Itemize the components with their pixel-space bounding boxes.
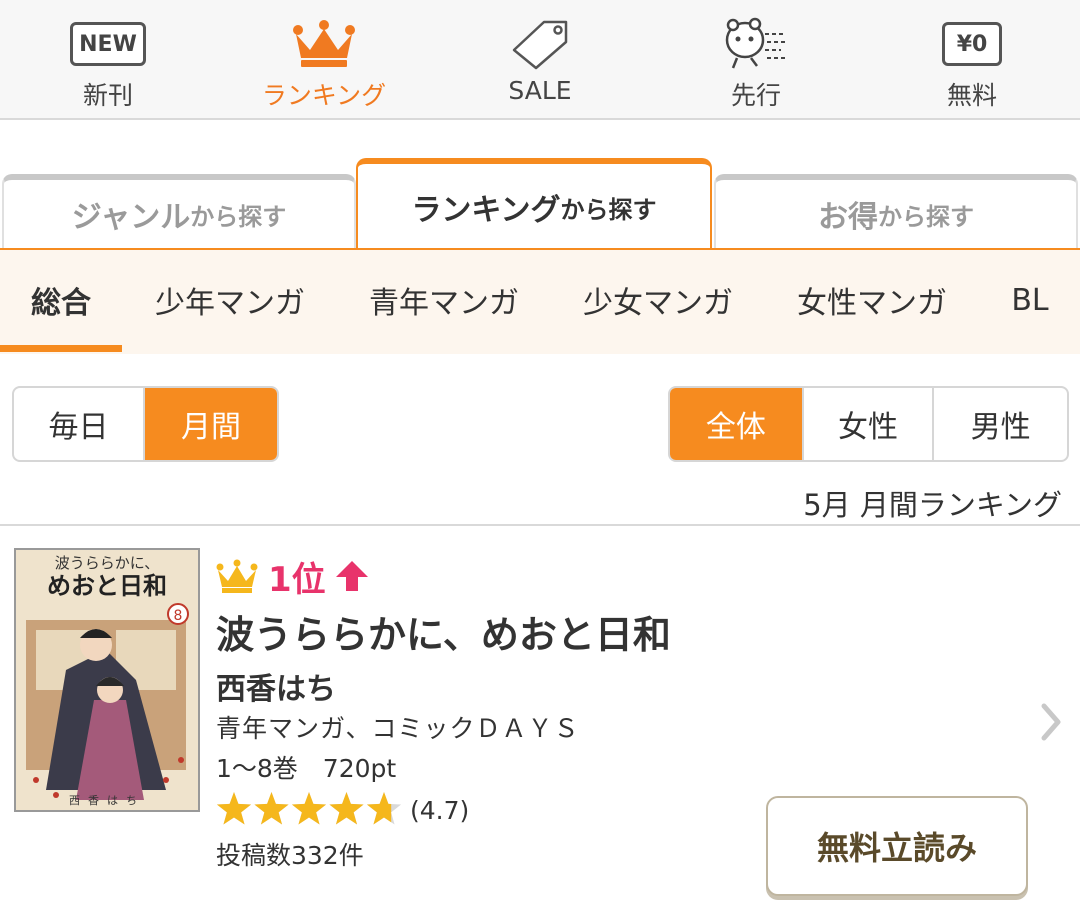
- cover-title-text: めおと日和: [47, 571, 167, 600]
- audience-male-button[interactable]: 男性: [934, 388, 1067, 460]
- period-toggle: 毎日 月間: [12, 386, 279, 462]
- audience-toggle: 全体 女性 男性: [668, 386, 1069, 462]
- book-author[interactable]: 西香はち: [216, 664, 336, 708]
- nav-item-new[interactable]: NEW 新刊: [0, 0, 216, 118]
- top-navigation: NEW 新刊 ランキング SALE 先行 ¥0 無料: [0, 0, 1080, 120]
- rank-up-arrow-icon: [335, 561, 368, 591]
- nav-label-free: 無料: [946, 81, 997, 110]
- new-badge-icon: NEW: [0, 14, 216, 74]
- star-rating-graphic: [216, 792, 402, 825]
- genre-tab-shojo[interactable]: 少女マンガ: [558, 250, 758, 350]
- tab-ranking-suffix: から探す: [560, 195, 657, 224]
- price-tag-icon: [512, 20, 568, 70]
- rating-star: [216, 792, 252, 825]
- rating-star: [366, 792, 402, 825]
- nav-item-free[interactable]: ¥0 無料: [864, 0, 1080, 118]
- tab-ranking-search[interactable]: ランキング から探す: [356, 158, 712, 250]
- free-read-button[interactable]: 無料立読み: [766, 796, 1028, 896]
- genre-tab-active-indicator: [0, 345, 122, 352]
- gold-crown-icon: [216, 559, 258, 593]
- book-cover-art: 波うららかに、 めおと日和 8 西香はち: [16, 550, 198, 810]
- tab-genre-main: ジャンル: [71, 200, 191, 235]
- rank-text: 1位: [268, 559, 326, 600]
- category-tabs: ジャンル から探す ランキング から探す お得 から探す: [0, 158, 1080, 250]
- cover-author-text: 西香はち: [69, 794, 145, 807]
- audience-female-button[interactable]: 女性: [804, 388, 935, 460]
- nav-label-sale: SALE: [508, 76, 572, 105]
- nav-item-sale[interactable]: SALE: [432, 0, 648, 118]
- nav-item-advance[interactable]: 先行: [648, 0, 864, 118]
- book-volumes-price: 1〜8巻 720pt: [216, 754, 397, 783]
- rating-star: [291, 792, 327, 825]
- rating-stars: (4.7): [216, 790, 469, 830]
- chevron-right-icon[interactable]: [1036, 700, 1066, 744]
- genre-tab-shonen[interactable]: 少年マンガ: [130, 250, 330, 350]
- nav-label-ranking: ランキング: [261, 81, 387, 110]
- cover-subtitle-text: 波うららかに、: [55, 554, 160, 572]
- tab-deals-suffix: から探す: [878, 202, 974, 231]
- rating-value: (4.7): [410, 795, 470, 825]
- book-genre-publisher: 青年マンガ、コミックＤＡＹＳ: [216, 714, 580, 743]
- genre-tab-seinen[interactable]: 青年マンガ: [344, 250, 544, 350]
- cover-volume-number: 8: [174, 608, 183, 624]
- period-daily-button[interactable]: 毎日: [14, 388, 146, 460]
- yen-zero-badge: ¥0: [941, 22, 1003, 66]
- period-monthly-button[interactable]: 月間: [145, 388, 277, 460]
- nav-label-advance: 先行: [730, 81, 781, 110]
- genre-tabs: 総合 少年マンガ 青年マンガ 少女マンガ 女性マンガ BL: [0, 250, 1080, 354]
- section-divider: [0, 524, 1080, 526]
- tab-genre-suffix: から探す: [190, 202, 287, 231]
- tab-deals-search[interactable]: お得 から探す: [714, 174, 1078, 248]
- genre-tab-all[interactable]: 総合: [0, 250, 122, 350]
- tab-ranking-main: ランキング: [411, 193, 561, 228]
- genre-tab-josei[interactable]: 女性マンガ: [772, 250, 972, 350]
- rating-star: [329, 792, 364, 825]
- genre-tab-bl[interactable]: BL: [990, 250, 1070, 350]
- book-cover[interactable]: 波うららかに、 めおと日和 8 西香はち: [14, 548, 200, 812]
- crown-icon: [293, 20, 355, 67]
- audience-all-button[interactable]: 全体: [670, 388, 804, 460]
- review-count[interactable]: 投稿数332件: [216, 836, 364, 872]
- tab-deals-main: お得: [818, 200, 878, 235]
- tab-genre-search[interactable]: ジャンル から探す: [2, 174, 356, 248]
- rating-star: [254, 792, 289, 825]
- yen-zero-badge-icon: ¥0: [864, 14, 1080, 74]
- ranking-period-title: 5月 月間ランキング: [803, 488, 1062, 522]
- new-badge: NEW: [70, 22, 146, 66]
- nav-item-ranking[interactable]: ランキング: [216, 0, 432, 118]
- running-mascot-icon: [725, 17, 787, 69]
- nav-label-new: 新刊: [82, 81, 133, 110]
- rank-indicator: 1位: [216, 554, 370, 600]
- book-title[interactable]: 波うららかに、めおと日和: [216, 604, 671, 659]
